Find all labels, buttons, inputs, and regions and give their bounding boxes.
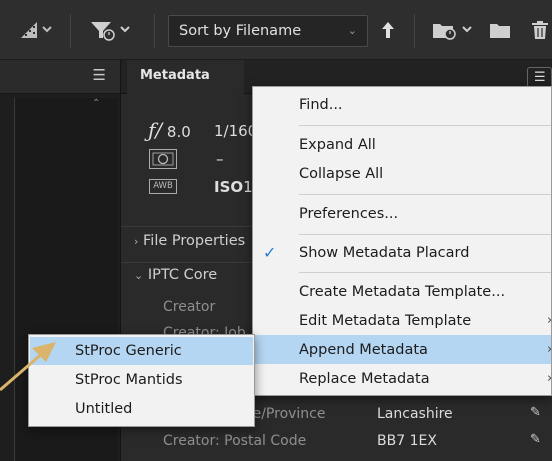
- shutter-value: 1/160: [214, 122, 258, 140]
- metering-value: –: [216, 150, 224, 168]
- field-postal-label: Creator: Postal Code: [163, 433, 307, 449]
- new-folder-icon[interactable]: [488, 14, 512, 46]
- menu-separator: [299, 125, 551, 126]
- menu-separator: [299, 272, 551, 273]
- toolbar: Sort by Filename ⌄: [0, 0, 552, 60]
- sort-select-label: Sort by Filename: [179, 23, 302, 39]
- menu-item-edit-template[interactable]: Edit Metadata Template: [299, 307, 471, 335]
- divider: [121, 262, 252, 263]
- aperture-display: ƒ/ 8.0: [148, 118, 191, 142]
- submenu-item-stproc-generic[interactable]: StProc Generic: [75, 337, 182, 365]
- divider: [121, 226, 252, 227]
- menu-item-expand-all[interactable]: Expand All: [299, 131, 376, 159]
- submenu-item-stproc-mantids[interactable]: StProc Mantids: [75, 366, 183, 394]
- aperture-value: 8.0: [166, 123, 191, 141]
- iso-label: ISO: [214, 178, 244, 196]
- scroll-up-icon[interactable]: ⌃: [92, 98, 100, 109]
- edit-pencil-icon[interactable]: ✎: [530, 405, 541, 420]
- checkmark-icon: ✓: [263, 243, 277, 262]
- menu-item-show-placard[interactable]: Show Metadata Placard: [299, 239, 469, 267]
- field-state-value[interactable]: Lancashire: [377, 406, 453, 422]
- sort-select[interactable]: Sort by Filename ⌄: [168, 15, 368, 47]
- context-menu: Find... Expand All Collapse All Preferen…: [252, 86, 552, 396]
- menu-item-find[interactable]: Find...: [299, 91, 343, 119]
- submenu-arrow-icon: ›: [547, 313, 552, 328]
- aperture-symbol: ƒ/: [148, 118, 163, 142]
- sort-ascending-icon[interactable]: [378, 14, 398, 46]
- submenu-arrow-icon: ›: [547, 342, 552, 357]
- menu-item-append-metadata[interactable]: Append Metadata: [299, 336, 428, 364]
- menu-separator: [299, 234, 551, 235]
- menu-item-preferences[interactable]: Preferences...: [299, 200, 398, 228]
- panel-menu-icon[interactable]: ☰: [93, 66, 106, 84]
- trash-icon[interactable]: [528, 14, 552, 46]
- tab-metadata[interactable]: Metadata: [127, 60, 244, 94]
- section-iptc-core[interactable]: ⌄ IPTC Core: [134, 267, 217, 283]
- chevron-down-icon: ⌄: [347, 24, 357, 37]
- chevron-right-icon: ›: [134, 235, 139, 248]
- section-label: IPTC Core: [147, 267, 218, 283]
- edit-pencil-icon[interactable]: ✎: [530, 432, 541, 447]
- filter-icon[interactable]: [88, 14, 138, 46]
- field-creator-label: Creator: [163, 299, 216, 315]
- chevron-down-icon: ⌄: [134, 269, 144, 282]
- metering-icon: [149, 149, 177, 169]
- recent-folders-icon[interactable]: [430, 14, 482, 46]
- menu-item-create-template[interactable]: Create Metadata Template...: [299, 278, 505, 306]
- toolbar-separator: [414, 14, 415, 48]
- section-label: File Properties: [143, 233, 246, 249]
- toolbar-separator: [70, 14, 71, 48]
- white-balance-icon: AWB: [149, 179, 177, 194]
- section-file-properties[interactable]: › File Properties: [134, 233, 245, 249]
- field-postal-value[interactable]: BB7 1EX: [377, 433, 437, 449]
- quality-thumbnail-icon[interactable]: [18, 14, 56, 46]
- menu-separator: [299, 194, 551, 195]
- annotation-arrow-icon: [0, 342, 56, 392]
- append-metadata-submenu: StProc Generic StProc Mantids Untitled: [28, 334, 255, 427]
- menu-item-replace-metadata[interactable]: Replace Metadata: [299, 365, 430, 393]
- toolbar-separator: [154, 14, 155, 48]
- menu-item-collapse-all[interactable]: Collapse All: [299, 160, 383, 188]
- submenu-arrow-icon: ›: [547, 371, 552, 386]
- left-panel-header: ☰: [0, 60, 120, 94]
- submenu-item-untitled[interactable]: Untitled: [75, 395, 132, 423]
- iso-display: ISO1: [214, 178, 253, 196]
